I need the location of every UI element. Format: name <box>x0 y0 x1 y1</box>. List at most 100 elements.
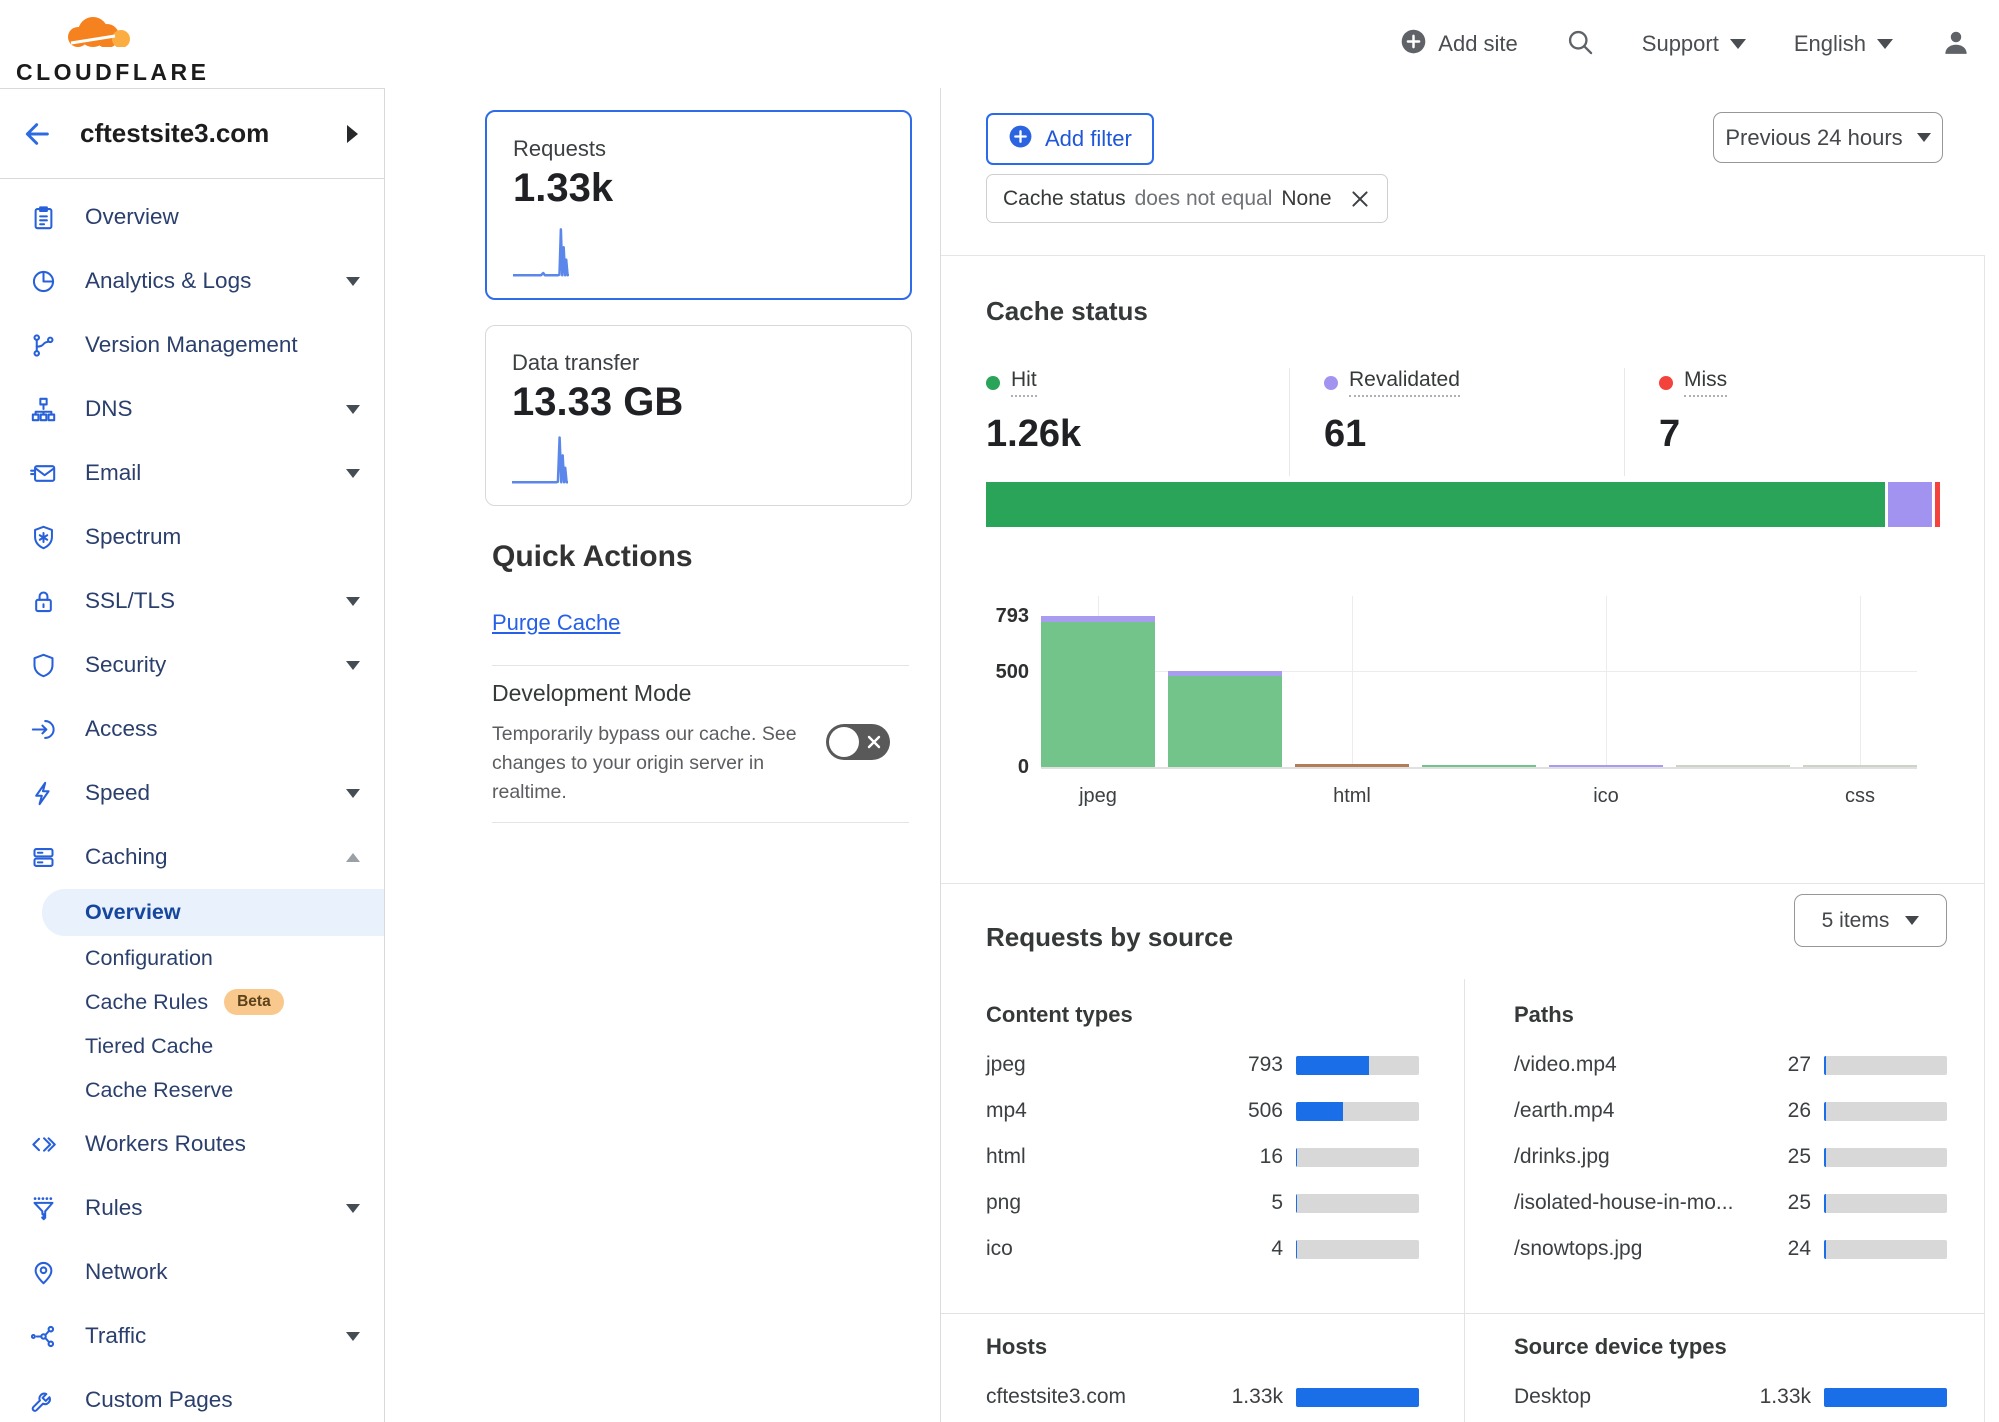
bar-segment-revalidated <box>1549 765 1663 767</box>
table-row[interactable]: png5 <box>986 1180 1419 1226</box>
row-label: html <box>986 1145 1229 1169</box>
time-range-dropdown[interactable]: Previous 24 hours <box>1713 112 1943 163</box>
search-icon[interactable] <box>1566 28 1594 61</box>
chevron-down-icon <box>346 789 360 798</box>
development-mode-toggle[interactable] <box>826 724 890 760</box>
table-row[interactable]: jpeg793 <box>986 1042 1419 1088</box>
requests-sparkline <box>513 226 569 282</box>
stat-label[interactable]: Miss <box>1684 368 1727 397</box>
remove-filter-icon[interactable] <box>1349 188 1371 210</box>
row-bar <box>1296 1056 1419 1075</box>
sidebar-item-custom-pages[interactable]: Custom Pages <box>0 1368 384 1422</box>
add-site-label: Add site <box>1438 31 1518 57</box>
divider <box>492 822 909 823</box>
sidebar-subitem-cache-rules[interactable]: Cache RulesBeta <box>0 980 384 1024</box>
add-filter-button[interactable]: Add filter <box>986 113 1154 165</box>
row-bar <box>1296 1388 1419 1407</box>
row-value: 27 <box>1757 1053 1811 1077</box>
bar-segment-hit <box>1422 765 1536 767</box>
table-row[interactable]: /drinks.jpg25 <box>1514 1134 1947 1180</box>
chevron-down-icon <box>346 469 360 478</box>
development-mode-description: Temporarily bypass our cache. See change… <box>492 720 810 807</box>
filter-chip[interactable]: Cache status does not equal None <box>986 174 1388 223</box>
chart-bar-png[interactable] <box>1422 765 1536 767</box>
table-row[interactable]: /earth.mp426 <box>1514 1088 1947 1134</box>
sidebar-item-label: Network <box>85 1259 364 1285</box>
table-row[interactable]: mp4506 <box>986 1088 1419 1134</box>
sidebar-item-ssl-tls[interactable]: SSL/TLS <box>0 569 384 633</box>
sidebar-item-traffic[interactable]: Traffic <box>0 1304 384 1368</box>
sidebar-item-label: Analytics & Logs <box>85 268 346 294</box>
row-bar <box>1824 1194 1947 1213</box>
site-sidebar: cftestsite3.com OverviewAnalytics & Logs… <box>0 88 385 1422</box>
y-axis-label: 500 <box>959 661 1029 684</box>
sidebar-subitem-cache-reserve[interactable]: Cache Reserve <box>0 1068 384 1112</box>
sidebar-item-analytics-logs[interactable]: Analytics & Logs <box>0 249 384 313</box>
table-row[interactable]: html16 <box>986 1134 1419 1180</box>
table-row[interactable]: /video.mp427 <box>1514 1042 1947 1088</box>
table-row[interactable]: cftestsite3.com1.33k <box>986 1374 1419 1420</box>
divider <box>492 665 909 666</box>
sidebar-item-dns[interactable]: DNS <box>0 377 384 441</box>
sidebar-item-network[interactable]: Network <box>0 1240 384 1304</box>
sidebar-subitem-overview[interactable]: Overview <box>42 889 384 936</box>
table-row[interactable]: ico4 <box>986 1226 1419 1272</box>
cloudflare-wordmark: CLOUDFLARE <box>16 59 186 86</box>
metric-label: Requests <box>513 136 884 162</box>
requests-by-source-card: Requests by source 5 items Content types… <box>941 883 1985 1422</box>
traffic-split-icon <box>30 1323 57 1350</box>
items-count-dropdown[interactable]: 5 items <box>1794 894 1947 947</box>
chart-bar-html[interactable] <box>1295 764 1409 767</box>
support-menu[interactable]: Support <box>1642 31 1746 57</box>
collapse-sidebar-icon[interactable] <box>347 125 358 143</box>
row-label: png <box>986 1191 1229 1215</box>
chart-bar-ico[interactable] <box>1549 765 1663 767</box>
row-label: /earth.mp4 <box>1514 1099 1757 1123</box>
add-site-button[interactable]: Add site <box>1400 28 1518 61</box>
stat-label[interactable]: Revalidated <box>1349 368 1460 397</box>
chart-bar-css[interactable] <box>1803 765 1917 767</box>
sidebar-item-speed[interactable]: Speed <box>0 761 384 825</box>
lightning-bolt-icon <box>30 780 57 807</box>
cache-distribution-segment-miss[interactable] <box>1935 482 1940 527</box>
sidebar-item-rules[interactable]: Rules <box>0 1176 384 1240</box>
sidebar-item-caching[interactable]: Caching <box>0 825 384 889</box>
stat-label[interactable]: Hit <box>1011 368 1037 397</box>
chevron-down-icon <box>346 277 360 286</box>
language-menu[interactable]: English <box>1794 31 1893 57</box>
cache-distribution-segment-hit[interactable] <box>986 482 1885 527</box>
sidebar-item-overview[interactable]: Overview <box>0 185 384 249</box>
requests-metric-card[interactable]: Requests 1.33k <box>485 110 912 300</box>
table-row[interactable]: /isolated-house-in-mo...25 <box>1514 1180 1947 1226</box>
sidebar-item-security[interactable]: Security <box>0 633 384 697</box>
sidebar-item-workers-routes[interactable]: Workers Routes <box>0 1112 384 1176</box>
sidebar-subitem-tiered-cache[interactable]: Tiered Cache <box>0 1024 384 1068</box>
back-arrow-icon[interactable] <box>22 118 54 150</box>
sidebar-item-version-management[interactable]: Version Management <box>0 313 384 377</box>
bar-segment-hit <box>1168 676 1282 767</box>
table-content-types: Content typesjpeg793mp4506html16png5ico4 <box>986 1002 1419 1272</box>
sidebar-item-label: Custom Pages <box>85 1387 364 1413</box>
data-transfer-metric-card[interactable]: Data transfer 13.33 GB <box>485 325 912 506</box>
row-value: 16 <box>1229 1145 1283 1169</box>
chart-bar-jpeg[interactable] <box>1041 616 1155 767</box>
x-axis-label: jpeg <box>1041 785 1155 808</box>
chart-bar-mp4[interactable] <box>1168 671 1282 767</box>
sidebar-item-access[interactable]: Access <box>0 697 384 761</box>
sidebar-item-label: Cache Reserve <box>85 1078 233 1103</box>
table-row[interactable]: /snowtops.jpg24 <box>1514 1226 1947 1272</box>
sidebar-item-spectrum[interactable]: Spectrum <box>0 505 384 569</box>
sidebar-item-email[interactable]: Email <box>0 441 384 505</box>
purge-cache-link[interactable]: Purge Cache <box>492 610 620 636</box>
overview-column: Requests 1.33k Data transfer 13.33 GB Qu… <box>386 88 940 1422</box>
sidebar-item-label: Rules <box>85 1195 346 1221</box>
sidebar-subitem-configuration[interactable]: Configuration <box>0 936 384 980</box>
user-account-icon[interactable] <box>1941 27 1971 62</box>
cache-distribution-segment-revalidated[interactable] <box>1888 482 1932 527</box>
table-row[interactable]: Desktop1.33k <box>1514 1374 1947 1420</box>
chevron-down-icon <box>346 405 360 414</box>
table-title: Paths <box>1514 1002 1947 1028</box>
items-count-label: 5 items <box>1822 909 1890 933</box>
cloudflare-logo[interactable]: CLOUDFLARE <box>16 5 186 86</box>
chart-bar-col-6[interactable] <box>1676 765 1790 767</box>
